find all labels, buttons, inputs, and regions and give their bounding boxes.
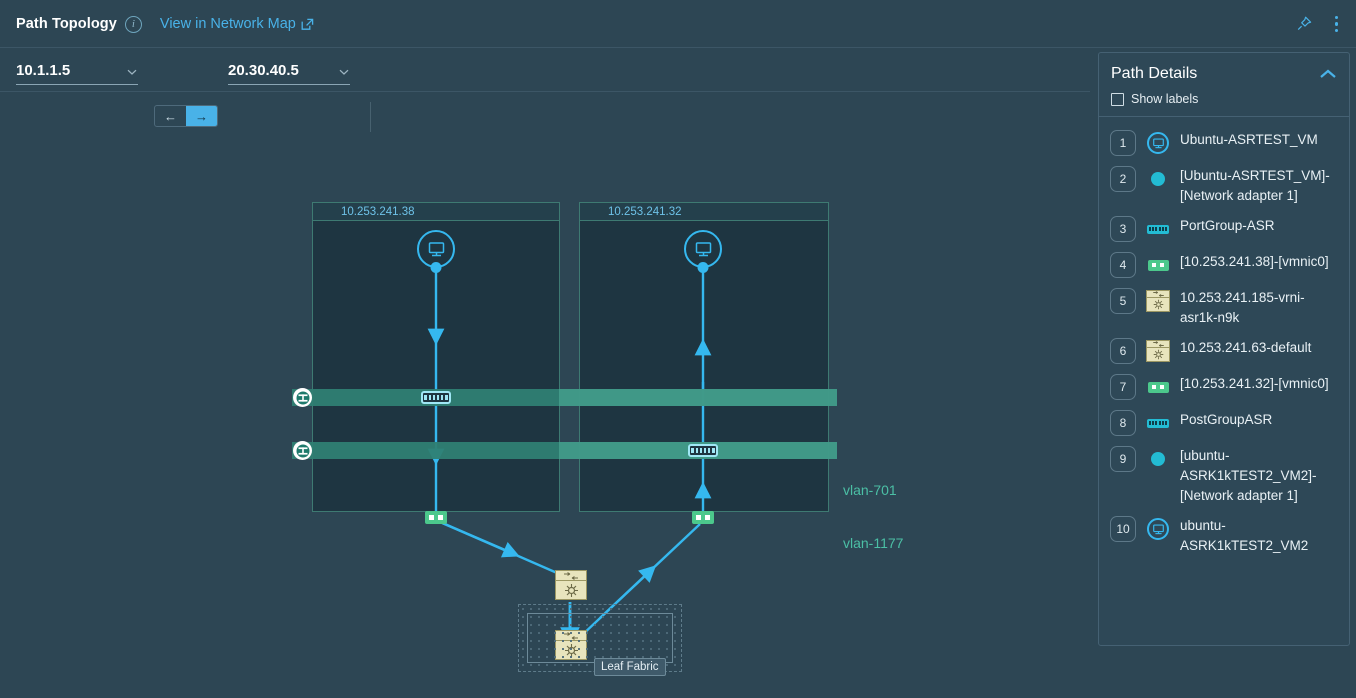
adapter-dot-icon xyxy=(1145,446,1171,472)
router-icon xyxy=(1145,338,1171,364)
router-body xyxy=(555,581,587,600)
hop-label: [ubuntu-ASRK1kTEST2_VM2]-[Network adapte… xyxy=(1180,448,1317,503)
hop-label: [10.253.241.32]-[vmnic0] xyxy=(1180,376,1329,391)
hop-number[interactable]: 8 xyxy=(1110,410,1136,436)
path-hop-row[interactable]: 6 10.253.241.63-default xyxy=(1099,333,1349,369)
path-hop-row[interactable]: 2 [Ubuntu-ASRTEST_VM]-[Network adapter 1] xyxy=(1099,161,1349,211)
adapter-dot-icon xyxy=(1145,166,1171,192)
path-hop-row[interactable]: 5 10.253.241.185-vrni-asr1k-n9k xyxy=(1099,283,1349,333)
router-top xyxy=(555,570,587,581)
view-header: Path Topology i View in Network Map xyxy=(0,0,1356,48)
hop-number[interactable]: 10 xyxy=(1110,516,1136,542)
hop-number[interactable]: 3 xyxy=(1110,216,1136,242)
header-left-group: Path Topology i View in Network Map xyxy=(16,0,314,48)
path-hop-row[interactable]: 10 ubuntu-ASRK1kTEST2_VM2 xyxy=(1099,511,1349,561)
view-in-network-map-link[interactable]: View in Network Map xyxy=(160,16,314,32)
vlan-endpoint-icon[interactable] xyxy=(293,441,312,460)
show-labels-checkbox[interactable]: Show labels xyxy=(1111,92,1335,106)
topology-canvas[interactable]: 10.253.241.38 10.253.241.32 vlan-701 vla… xyxy=(0,92,1090,698)
vlan-endpoint-icon[interactable] xyxy=(293,388,312,407)
vmnic-icon xyxy=(1145,252,1171,278)
hop-label: [Ubuntu-ASRTEST_VM]-[Network adapter 1] xyxy=(1180,168,1330,203)
info-icon[interactable]: i xyxy=(124,15,142,33)
checkbox-box xyxy=(1111,92,1124,106)
view-in-network-map-label: View in Network Map xyxy=(159,16,296,32)
external-link-icon xyxy=(301,18,314,31)
vmnic-icon[interactable] xyxy=(425,511,447,524)
path-hop-row[interactable]: 7 [10.253.241.32]-[vmnic0] xyxy=(1099,369,1349,405)
vm-node[interactable] xyxy=(417,230,455,268)
vlan-label: vlan-701 xyxy=(843,482,897,498)
hop-number[interactable]: 5 xyxy=(1110,288,1136,314)
page-title: Path Topology xyxy=(16,16,117,32)
vlan-bar-highlight xyxy=(559,389,837,406)
source-ip-value: 10.1.1.5 xyxy=(16,62,71,79)
hop-number[interactable]: 4 xyxy=(1110,252,1136,278)
hop-label: 10.253.241.185-vrni-asr1k-n9k xyxy=(1180,290,1305,325)
portgroup-icon xyxy=(1145,410,1171,436)
hop-label: ubuntu-ASRK1kTEST2_VM2 xyxy=(1180,518,1309,553)
source-ip-select[interactable]: 10.1.1.5 xyxy=(16,57,138,85)
vm-node[interactable] xyxy=(684,230,722,268)
vm-icon xyxy=(1145,130,1171,156)
chevron-down-icon xyxy=(126,65,138,77)
monitor-icon xyxy=(695,241,711,256)
path-hop-row[interactable]: 8 PostGroupASR xyxy=(1099,405,1349,441)
portgroup-icon xyxy=(1145,216,1171,242)
hop-label: 10.253.241.63-default xyxy=(1180,340,1312,355)
hop-number[interactable]: 6 xyxy=(1110,338,1136,364)
kebab-dot xyxy=(1334,22,1338,26)
path-hop-row[interactable]: 9 [ubuntu-ASRK1kTEST2_VM2]-[Network adapt… xyxy=(1099,441,1349,511)
path-filter-bar: 10.1.1.5 ← → 20.30.40.5 xyxy=(0,48,1090,132)
path-details-header: Path Details Show labels xyxy=(1099,53,1349,117)
path-details-panel: Path Details Show labels 1 Ubuntu-ASRTEST… xyxy=(1098,52,1350,646)
hop-label: [10.253.241.38]-[vmnic0] xyxy=(1180,254,1329,269)
path-details-title: Path Details xyxy=(1111,65,1198,82)
hop-label: PortGroup-ASR xyxy=(1180,218,1275,233)
kebab-dot xyxy=(1334,28,1338,33)
header-right-group xyxy=(1295,0,1345,48)
router-icon xyxy=(1145,288,1171,314)
path-hop-row[interactable]: 3 PortGroup-ASR xyxy=(1099,211,1349,247)
path-topology-view: Path Topology i View in Network Map 10.1… xyxy=(0,0,1356,698)
hop-number[interactable]: 9 xyxy=(1110,446,1136,472)
leaf-fabric-label[interactable]: Leaf Fabric xyxy=(594,658,666,676)
portgroup-switch-icon[interactable] xyxy=(421,391,451,404)
vm-icon xyxy=(1145,516,1171,542)
monitor-icon xyxy=(428,241,444,256)
path-hop-list[interactable]: 1 Ubuntu-ASRTEST_VM 2 [Ubuntu-ASRTEST_VM]-[… xyxy=(1099,117,1349,645)
leaf-fabric-inner-border xyxy=(527,613,673,663)
hop-number[interactable]: 1 xyxy=(1110,130,1136,156)
hop-number[interactable]: 2 xyxy=(1110,166,1136,192)
portgroup-switch-icon[interactable] xyxy=(688,444,718,457)
chevron-down-icon xyxy=(338,65,350,77)
hop-number[interactable]: 7 xyxy=(1110,374,1136,400)
vmnic-icon xyxy=(1145,374,1171,400)
destination-ip-select[interactable]: 20.30.40.5 xyxy=(228,57,350,85)
hop-label: Ubuntu-ASRTEST_VM xyxy=(1180,132,1318,147)
kebab-dot xyxy=(1334,15,1338,20)
path-hop-row[interactable]: 4 [10.253.241.38]-[vmnic0] xyxy=(1099,247,1349,283)
hop-label: PostGroupASR xyxy=(1180,412,1273,427)
pin-icon[interactable] xyxy=(1295,15,1313,33)
chevron-up-icon[interactable] xyxy=(1319,67,1337,85)
vlan-label: vlan-1177 xyxy=(843,535,904,551)
destination-ip-value: 20.30.40.5 xyxy=(228,62,299,79)
vmnic-icon[interactable] xyxy=(692,511,714,524)
kebab-menu-icon[interactable] xyxy=(1329,15,1345,33)
show-labels-label: Show labels xyxy=(1131,92,1199,106)
path-hop-row[interactable]: 1 Ubuntu-ASRTEST_VM xyxy=(1099,125,1349,161)
router-node[interactable] xyxy=(555,570,587,600)
